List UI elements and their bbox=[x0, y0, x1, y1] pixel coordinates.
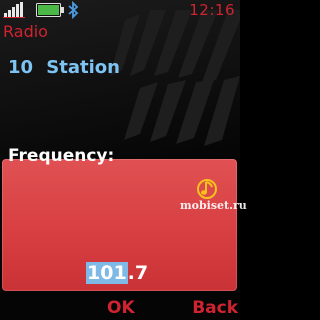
frequency-decimal: .7 bbox=[127, 262, 149, 284]
ok-softkey[interactable]: OK bbox=[107, 298, 135, 318]
station-row[interactable]: 10 Station bbox=[8, 57, 120, 78]
dialog-title: Frequency: bbox=[8, 146, 115, 166]
back-softkey[interactable]: Back bbox=[192, 298, 238, 318]
status-bar: 12:16 bbox=[0, 0, 240, 20]
radio-note-icon bbox=[197, 179, 217, 199]
battery-icon bbox=[36, 3, 64, 17]
bluetooth-icon bbox=[68, 1, 79, 19]
station-name: Station bbox=[46, 57, 120, 78]
station-number: 10 bbox=[8, 57, 34, 78]
background-grill-decoration bbox=[110, 10, 240, 146]
watermark: mobiset.ru bbox=[180, 199, 247, 212]
frequency-input[interactable]: 101.7 bbox=[86, 262, 148, 284]
app-title: Radio bbox=[3, 22, 48, 41]
signal-icon bbox=[3, 2, 25, 18]
screen: 12:16 Radio 10 Station Frequency: mobise… bbox=[0, 0, 247, 320]
frequency-selected-digits: 101 bbox=[86, 262, 128, 284]
clock: 12:16 bbox=[189, 1, 235, 19]
